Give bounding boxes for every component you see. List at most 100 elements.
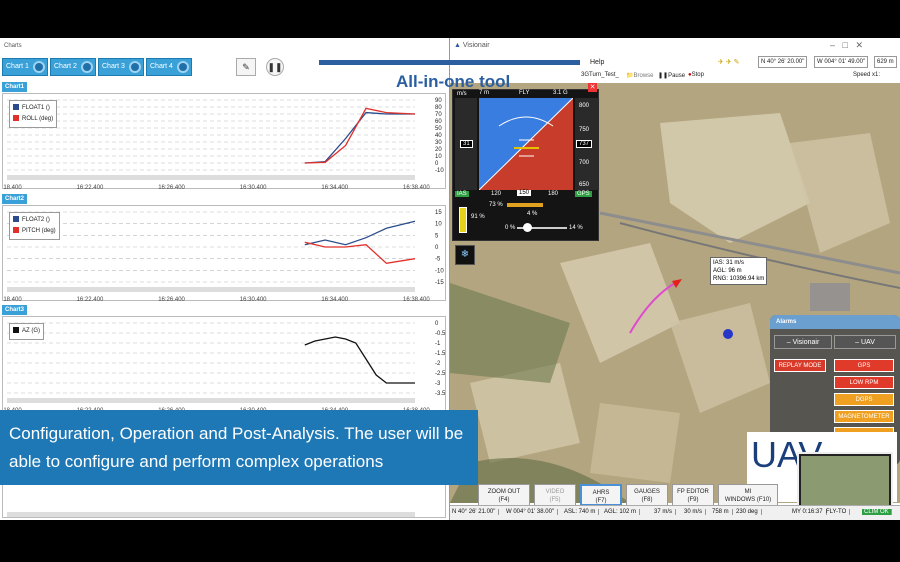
chart-4-button[interactable]: Chart 4	[146, 58, 192, 76]
alarm-magnetometer[interactable]: MAGNETOMETER	[834, 410, 894, 423]
pencil-icon[interactable]: ✎	[734, 59, 740, 66]
stop-button[interactable]: ●Stop	[688, 72, 704, 78]
chart2-tab[interactable]: Chart2	[2, 194, 28, 204]
chart-3-button[interactable]: Chart 3	[98, 58, 144, 76]
help-menu[interactable]: Help	[590, 59, 604, 66]
satellite-icon[interactable]: ✈	[718, 59, 724, 66]
chart-scrollbar[interactable]	[7, 175, 415, 180]
chart-scrollbar[interactable]	[7, 287, 415, 292]
y-tick-label: -5	[435, 257, 441, 263]
alarm-dgps[interactable]: DGPS	[834, 393, 894, 406]
altitude-box: 629 m	[874, 56, 897, 68]
chart-2-button[interactable]: Chart 2	[50, 58, 96, 76]
heading-value: 150	[517, 190, 532, 196]
windows-button[interactable]: MI WINDOWS (F10)	[718, 484, 778, 506]
chart-1-button[interactable]: Chart 1	[2, 58, 48, 76]
gear-icon	[81, 61, 93, 73]
btn-key: (F7)	[595, 498, 607, 504]
alarms-title: Alarms	[770, 315, 900, 329]
heading-tick: 120	[491, 191, 502, 197]
charts-window-title: Charts	[4, 43, 22, 49]
y-tick-label: -3.5	[435, 391, 446, 397]
zoom-out-button[interactable]: ZOOM OUT (F4)	[478, 484, 530, 506]
chart4-plot: -2016:18.40016:22.40016:26.40016:30.4001…	[7, 481, 444, 517]
pfd-close-icon[interactable]: ✕	[588, 83, 597, 92]
replay-mode-badge[interactable]: REPLAY MODE	[774, 359, 826, 372]
tooltip-rng: RNG: 10396.94 km	[713, 276, 765, 282]
browse-button[interactable]: 📁Browse	[626, 72, 654, 79]
chart1-legend: FLOAT1 () ROLL (deg)	[9, 100, 58, 128]
chart1-tab[interactable]: Chart1	[2, 82, 28, 92]
status-distance: 758 m	[712, 509, 733, 515]
ahrs-button[interactable]: AHRS (F7)	[580, 484, 622, 506]
plane-icon: ▲	[454, 42, 461, 49]
x-tick-label: 16:22.400	[77, 185, 104, 190]
pause-icon: ❚❚	[267, 62, 283, 72]
legend-item: ROLL (deg)	[13, 114, 53, 125]
video-button[interactable]: VIDEO (F5)	[534, 484, 576, 506]
video-thumbnail[interactable]	[797, 452, 893, 512]
speed-value: 31	[460, 140, 473, 148]
close-icon[interactable]: ✕	[855, 40, 863, 50]
maximize-icon[interactable]: □	[843, 40, 848, 50]
series-line	[304, 220, 416, 246]
alt-tick: 700	[579, 160, 590, 166]
legend-item: AZ (G)	[13, 326, 40, 337]
chart1-panel: 9080706050403020100-10 16:18.400 16:22.400…	[0, 93, 446, 191]
btn-key: (F4)	[498, 497, 510, 503]
alt-tick: 750	[579, 127, 590, 133]
tab-label: Visionair	[792, 339, 820, 346]
alarm-low-rpm[interactable]: LOW RPM	[834, 376, 894, 389]
y-tick-label: 30	[435, 140, 442, 146]
pause-button[interactable]: ❚❚	[266, 58, 284, 76]
coord-lon: W 004° 01' 49.00"	[814, 56, 869, 68]
x-tick-label: 16:18.400	[3, 185, 22, 190]
throttle-value: 73 %	[489, 202, 503, 208]
eraser-button[interactable]: ✎	[236, 58, 256, 76]
y-tick-label: 50	[435, 126, 442, 132]
caption-line-1: Configuration, Operation and Post-Analys…	[9, 424, 464, 443]
gauges-button[interactable]: GAUGES (F8)	[626, 484, 668, 506]
pause-playback-button[interactable]: ❚❚Pause	[658, 72, 685, 79]
compass-icon[interactable]: ❄	[455, 245, 475, 265]
y-tick-label: -2	[435, 361, 441, 367]
tab-label: UAV	[860, 339, 875, 346]
y-tick-label: -10	[435, 268, 444, 274]
aileron-value: 4 %	[527, 211, 538, 217]
alarm-gps[interactable]: GPS	[834, 359, 894, 372]
chart1-plot: 9080706050403020100-10 16:18.400 16:22.400…	[0, 98, 444, 191]
tooltip-agl: AGL: 96 m	[713, 268, 742, 274]
rudder-right-value: 14 %	[569, 225, 583, 231]
legend-swatch	[13, 227, 19, 234]
legend-swatch	[13, 104, 19, 111]
y-tick-label: 10	[435, 222, 442, 228]
chart-2-label: Chart 2	[54, 63, 77, 70]
chart3-tab[interactable]: Chart3	[2, 305, 28, 315]
chart-1-label: Chart 1	[6, 63, 29, 70]
rudder-slider-thumb[interactable]	[523, 223, 532, 232]
pause-icon: ❚❚	[658, 73, 669, 79]
chart3-legend: AZ (G)	[9, 323, 44, 340]
gear-icon	[177, 61, 189, 73]
status-lon: W 004° 01' 38.00"	[506, 509, 559, 515]
minimize-icon[interactable]: –	[830, 40, 835, 50]
alarms-tab-uav[interactable]: – UAV	[834, 335, 896, 349]
attitude-indicator	[479, 98, 573, 190]
btn-key: (F9)	[687, 497, 699, 503]
chart-scrollbar[interactable]	[7, 398, 415, 403]
chart-scrollbar[interactable]	[7, 512, 415, 517]
thumbnail-map	[801, 456, 889, 508]
y-tick-label: -2.5	[435, 371, 446, 377]
y-tick-label: 0	[435, 321, 439, 327]
speed-label[interactable]: Speed x1:	[853, 72, 880, 78]
y-tick-label: 80	[435, 105, 442, 111]
pfd-mode: FLY	[519, 90, 530, 96]
x-tick-label: 16:38.400	[403, 185, 430, 190]
y-tick-label: -3	[435, 381, 441, 387]
y-tick-label: 40	[435, 133, 442, 139]
satellite-icon[interactable]: ✈	[726, 59, 732, 66]
legend-label: ROLL (deg)	[22, 116, 54, 122]
alarms-tab-visionair[interactable]: – Visionair	[774, 335, 832, 349]
btn-label: MI	[744, 489, 752, 495]
fp-editor-button[interactable]: FP EDITOR (F9)	[672, 484, 714, 506]
